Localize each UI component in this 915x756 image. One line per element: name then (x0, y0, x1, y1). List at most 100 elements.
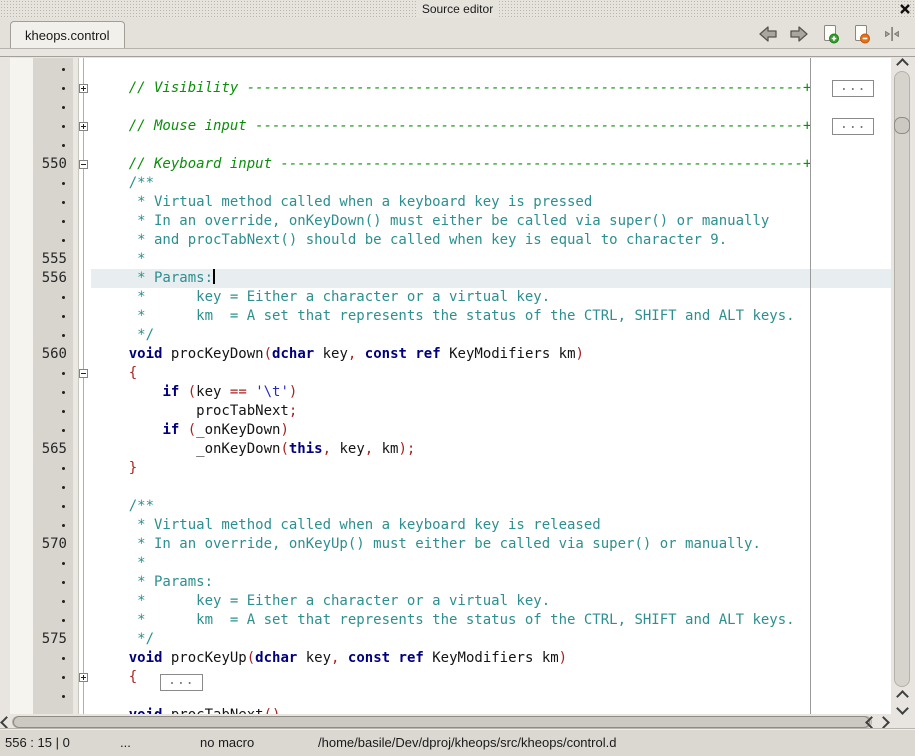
code-line[interactable] (10, 60, 891, 79)
scroll-up-button-secondary[interactable] (893, 690, 911, 702)
vertical-scroll-track[interactable] (894, 71, 910, 687)
line-text (91, 98, 891, 117)
line-text: /** (91, 497, 891, 516)
code-line[interactable]: procTabNext; (10, 402, 891, 421)
line-text: // Visibility --------------------------… (91, 79, 891, 98)
chevron-down-icon (896, 702, 909, 715)
code-line[interactable]: if (_onKeyDown) (10, 421, 891, 440)
vertical-scrollbar[interactable] (893, 58, 911, 715)
code-line[interactable]: 570 * In an override, onKeyUp() must eit… (10, 535, 891, 554)
code-line[interactable]: // Visibility --------------------------… (10, 79, 891, 98)
vertical-scroll-thumb[interactable] (894, 117, 910, 134)
tab-kheops-control[interactable]: kheops.control (10, 21, 125, 48)
line-text: * and procTabNext() should be called whe… (91, 231, 891, 250)
code-line[interactable]: 575 */ (10, 630, 891, 649)
fold-toggle[interactable] (79, 673, 88, 682)
scroll-up-button[interactable] (893, 58, 911, 70)
code-line[interactable] (10, 98, 891, 117)
line-text: * key = Either a character or a virtual … (91, 288, 891, 307)
new-document-button[interactable] (819, 23, 841, 45)
fold-toggle[interactable] (79, 84, 88, 93)
code-line[interactable]: 565 _onKeyDown(this, key, km); (10, 440, 891, 459)
tab-label: kheops.control (25, 28, 110, 43)
code-line[interactable] (10, 136, 891, 155)
scroll-down-button[interactable] (893, 702, 911, 714)
line-text: * key = Either a character or a virtual … (91, 592, 891, 611)
arrow-left-icon (758, 24, 778, 44)
chevron-left-icon (0, 716, 12, 729)
code-lines: // Visibility --------------------------… (10, 60, 891, 714)
code-line[interactable]: * Virtual method called when a keyboard … (10, 193, 891, 212)
code-line[interactable] (10, 478, 891, 497)
status-bar: 556 : 15 | 0 ... no macro /home/basile/D… (0, 728, 915, 756)
navigate-back-button[interactable] (757, 23, 779, 45)
code-line[interactable]: { (10, 364, 891, 383)
horizontal-scroll-thumb[interactable] (13, 716, 870, 728)
code-line[interactable]: {... (10, 668, 891, 687)
line-text: * km = A set that represents the status … (91, 307, 891, 326)
code-line[interactable]: 556 * Params: (10, 269, 891, 288)
line-dot (62, 334, 65, 337)
line-text: */ (91, 326, 891, 345)
code-line[interactable]: 555 * (10, 250, 891, 269)
scroll-left-button[interactable] (0, 715, 12, 729)
code-line[interactable]: * Virtual method called when a keyboard … (10, 516, 891, 535)
scroll-left-button-secondary[interactable] (865, 715, 877, 729)
line-text: _onKeyDown(this, key, km); (91, 440, 891, 459)
code-line[interactable]: */ (10, 326, 891, 345)
editor-surface[interactable]: // Visibility --------------------------… (10, 58, 891, 714)
code-line[interactable]: void procTabNext() (10, 706, 891, 714)
line-number: 575 (10, 630, 67, 649)
right-margin-line (810, 58, 811, 714)
arrow-right-icon (789, 24, 809, 44)
line-text: {... (91, 668, 891, 687)
code-line[interactable] (10, 687, 891, 706)
tab-strip: kheops.control (0, 18, 915, 49)
code-line[interactable]: void procKeyUp(dchar key, const ref KeyM… (10, 649, 891, 668)
fold-toggle[interactable] (79, 369, 88, 378)
line-text: } (91, 459, 891, 478)
line-number: 555 (10, 250, 67, 269)
code-line[interactable]: * key = Either a character or a virtual … (10, 288, 891, 307)
scroll-right-button[interactable] (877, 715, 889, 729)
line-dot (62, 182, 65, 185)
line-number: 556 (10, 269, 67, 288)
code-line[interactable]: // Mouse input -------------------------… (10, 117, 891, 136)
code-line[interactable]: 550 // Keyboard input ------------------… (10, 155, 891, 174)
code-line[interactable]: if (key == '\t') (10, 383, 891, 402)
line-number: 560 (10, 345, 67, 364)
fold-toggle[interactable] (79, 122, 88, 131)
fold-toggle[interactable] (79, 160, 88, 169)
code-line[interactable]: * key = Either a character or a virtual … (10, 592, 891, 611)
page-minus-icon (851, 24, 871, 44)
close-icon[interactable] (899, 3, 911, 15)
line-text: void procKeyDown(dchar key, const ref Ke… (91, 345, 891, 364)
code-line[interactable]: 560 void procKeyDown(dchar key, const re… (10, 345, 891, 364)
close-document-button[interactable] (850, 23, 872, 45)
navigate-forward-button[interactable] (788, 23, 810, 45)
line-text: if (key == '\t') (91, 383, 891, 402)
line-text: * Virtual method called when a keyboard … (91, 516, 891, 535)
horizontal-scrollbar[interactable] (0, 715, 891, 729)
code-line[interactable]: /** (10, 497, 891, 516)
code-line[interactable]: * In an override, onKeyDown() must eithe… (10, 212, 891, 231)
code-line[interactable]: /** (10, 174, 891, 193)
code-line[interactable]: * km = A set that represents the status … (10, 307, 891, 326)
line-text (91, 687, 891, 706)
folded-code-ellipsis[interactable]: ... (832, 118, 874, 135)
line-text: procTabNext; (91, 402, 891, 421)
source-editor-window: Source editor kheops.control (0, 0, 915, 756)
code-line[interactable]: * km = A set that represents the status … (10, 611, 891, 630)
splitter-icon (882, 24, 902, 44)
code-line[interactable]: * Params: (10, 573, 891, 592)
folded-code-ellipsis[interactable]: ... (832, 80, 874, 97)
window-titlebar[interactable]: Source editor (0, 0, 915, 18)
code-line[interactable]: * (10, 554, 891, 573)
code-line[interactable]: * and procTabNext() should be called whe… (10, 231, 891, 250)
line-dot (62, 695, 65, 698)
line-text: void procKeyUp(dchar key, const ref KeyM… (91, 649, 891, 668)
line-number: 570 (10, 535, 67, 554)
split-view-button[interactable] (881, 23, 903, 45)
chevron-up-icon (896, 58, 909, 71)
code-line[interactable]: } (10, 459, 891, 478)
